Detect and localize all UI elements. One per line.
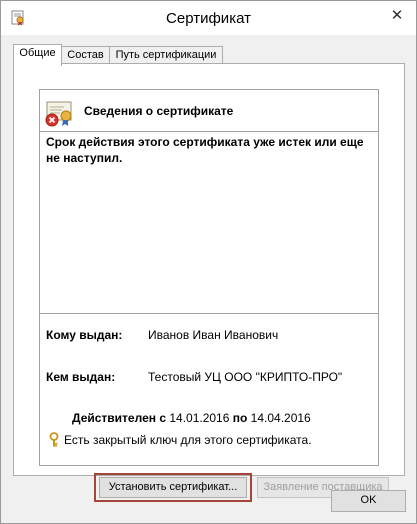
ok-button[interactable]: OK (331, 490, 406, 512)
tab-certification-path[interactable]: Путь сертификации (109, 46, 223, 63)
issued-to-value: Иванов Иван Иванович (148, 328, 279, 342)
details-separator (40, 313, 378, 314)
close-icon: ✕ (390, 7, 404, 24)
private-key-note: Есть закрытый ключ для этого сертификата… (48, 432, 312, 448)
window-title: Сертификат (166, 10, 251, 27)
close-button[interactable]: ✕ (382, 4, 412, 26)
valid-from-label: Действителен с (72, 411, 166, 425)
title-bar: Сертификат ✕ (1, 1, 416, 35)
certificate-error-icon (45, 101, 72, 127)
private-key-text: Есть закрытый ключ для этого сертификата… (64, 433, 312, 447)
valid-to-date: 14.04.2016 (250, 411, 311, 425)
install-certificate-button[interactable]: Установить сертификат... (99, 477, 247, 498)
general-tab-panel: Сведения о сертификате Срок действия это… (13, 63, 405, 502)
valid-from-date: 14.01.2016 (169, 411, 230, 425)
issued-by-value: Тестовый УЦ ООО "КРИПТО-ПРО" (148, 370, 343, 384)
tab-general[interactable]: Общие (13, 44, 62, 66)
validity-warning: Срок действия этого сертификата уже исте… (46, 135, 364, 165)
valid-to-label: по (232, 411, 248, 425)
issued-to-label: Кому выдан: (46, 328, 123, 342)
certificate-info-box: Сведения о сертификате Срок действия это… (39, 89, 379, 466)
tab-details[interactable]: Состав (61, 46, 110, 63)
info-heading: Сведения о сертификате (84, 104, 234, 118)
validity-period: Действителен с 14.01.2016 по 14.04.2016 (72, 411, 311, 425)
heading-separator (40, 131, 378, 132)
issued-by-label: Кем выдан: (46, 370, 116, 384)
key-icon (49, 432, 59, 447)
certificate-dialog: Сертификат ✕ Общие Состав Путь сертифика… (0, 0, 417, 524)
